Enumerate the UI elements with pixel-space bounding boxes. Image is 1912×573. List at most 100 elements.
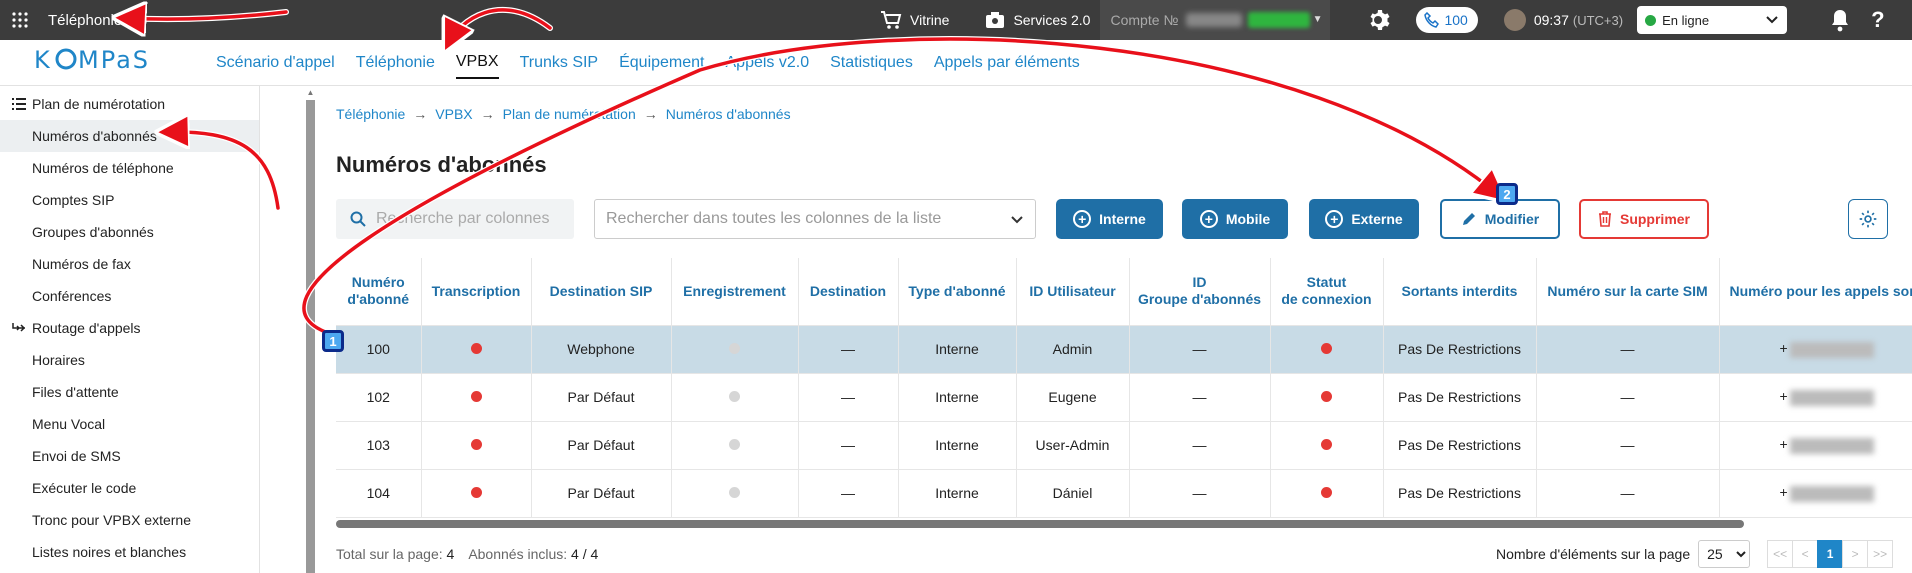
cell-group-id: — [1129, 325, 1271, 374]
breadcrumb-dial-plan[interactable]: Plan de numérotation [503, 106, 636, 122]
tab-vpbx[interactable]: VPBX [455, 47, 499, 79]
cell-type: Interne [898, 325, 1017, 374]
sidebar-item-conferences[interactable]: Conférences [0, 280, 259, 312]
sidebar-item-ivr[interactable]: Menu Vocal [0, 408, 259, 440]
tab-calls-v2[interactable]: Appels v2.0 [726, 48, 810, 78]
sidebar-item-queues[interactable]: Files d'attente [0, 376, 259, 408]
sidebar-scroll-up-arrow[interactable]: ▲ [306, 88, 315, 98]
sidebar-item-external-trunk[interactable]: Tronc pour VPBX externe [0, 504, 259, 536]
breadcrumb-subscriber-numbers[interactable]: Numéros d'abonnés [666, 106, 791, 122]
sidebar-group-dial-plan[interactable]: Plan de numérotation [0, 88, 259, 120]
sidebar-item-subscriber-groups[interactable]: Groupes d'abonnés [0, 216, 259, 248]
arrow-right-icon: → [480, 106, 495, 122]
page-prev-button[interactable]: < [1792, 540, 1819, 568]
add-internal-button[interactable]: + Interne [1056, 199, 1163, 239]
app-title[interactable]: Téléphonie [48, 12, 122, 29]
status-dot-red-icon [1321, 487, 1332, 498]
col-header-outgoing-restrictions[interactable]: Sortants interdits [1383, 258, 1537, 326]
account-label: Compte № [1110, 12, 1179, 28]
help-icon[interactable]: ? [1871, 7, 1884, 33]
page-current-button[interactable]: 1 [1817, 540, 1844, 568]
tab-telephony[interactable]: Téléphonie [356, 48, 435, 78]
delete-button[interactable]: Supprimer [1579, 199, 1709, 239]
col-header-user-id[interactable]: ID Utilisateur [1016, 258, 1130, 326]
page-next-button[interactable]: > [1842, 540, 1869, 568]
col-header-number[interactable]: Numéro d'abonné [336, 258, 422, 326]
sidebar-item-phone-numbers[interactable]: Numéros de téléphone [0, 152, 259, 184]
table-row[interactable]: 104 Par Défaut — Interne Dániel — Pas De Restr… [336, 469, 1912, 518]
page-last-button[interactable]: >> [1867, 540, 1894, 568]
sidebar-item-sip-accounts[interactable]: Comptes SIP [0, 184, 259, 216]
per-page-select[interactable]: 25 [1698, 540, 1751, 568]
sidebar-item-sms[interactable]: Envoi de SMS [0, 440, 259, 472]
status-dot-red-icon [470, 391, 482, 402]
edit-button[interactable]: Modifier [1440, 199, 1560, 239]
add-external-button[interactable]: + Externe [1309, 199, 1419, 239]
account-selector[interactable]: Compte № ▼ [1100, 0, 1331, 40]
table-row[interactable]: 102 Par Défaut — Interne Eugene — Pas De Restr… [336, 373, 1912, 422]
cell-connection-status [1270, 325, 1384, 374]
col-header-outgoing-number[interactable]: Numéro pour les appels sor [1719, 258, 1912, 326]
cell-destination: — [798, 325, 899, 374]
search-columns-input[interactable]: Recherche par colonnes [336, 199, 574, 239]
cell-recording [671, 469, 799, 518]
table-row[interactable]: 103 Par Défaut — Interne User-Admin — Pas De R… [336, 421, 1912, 470]
extension-pill[interactable]: 100 [1416, 7, 1478, 33]
toolbar: Recherche par colonnes Rechercher dans t… [336, 199, 1912, 239]
col-header-sip-destination[interactable]: Destination SIP [531, 258, 672, 326]
tab-equipment[interactable]: Équipement [619, 48, 704, 78]
apps-grid-icon[interactable] [0, 0, 40, 40]
search-all-columns-select[interactable]: Rechercher dans toutes les colonnes de l… [594, 199, 1036, 239]
notifications-bell-icon[interactable] [1829, 8, 1851, 32]
arrow-right-icon: → [643, 106, 658, 122]
table-row[interactable]: 100 Webphone — Interne Admin — Pas De Restrict… [336, 325, 1912, 374]
services-label: Services 2.0 [1013, 12, 1091, 28]
add-mobile-button[interactable]: + Mobile [1182, 199, 1288, 239]
plus-circle-icon: + [1199, 210, 1218, 228]
tab-calls-by-elements[interactable]: Appels par éléments [934, 48, 1080, 78]
user-avatar[interactable] [1503, 9, 1526, 31]
table-horizontal-scrollbar[interactable] [336, 520, 1744, 528]
col-header-connection-status[interactable]: Statut de connexion [1270, 258, 1384, 326]
btn-label: Externe [1351, 211, 1403, 227]
services-link[interactable]: Services 2.0 [985, 11, 1090, 29]
sidebar-item-schedules[interactable]: Horaires [0, 344, 259, 376]
btn-label: Modifier [1484, 211, 1540, 227]
sidebar-scrollbar[interactable] [306, 100, 315, 573]
page-first-button[interactable]: << [1767, 540, 1794, 568]
annotation-badge-1: 1 [322, 330, 344, 352]
presence-status-select[interactable]: En ligne [1637, 6, 1788, 34]
breadcrumb: Téléphonie → VPBX → Plan de numérotation… [336, 106, 791, 122]
sidebar-item-fax-numbers[interactable]: Numéros de fax [0, 248, 259, 280]
col-header-transcription[interactable]: Transcription [421, 258, 532, 326]
settings-gear-icon[interactable] [1368, 8, 1392, 32]
col-header-sim-number[interactable]: Numéro sur la carte SIM [1536, 258, 1720, 326]
col-header-group-id[interactable]: ID Groupe d'abonnés [1129, 258, 1271, 326]
sidebar-item-subscriber-numbers[interactable]: Numéros d'abonnés [0, 120, 259, 152]
per-page-label: Nombre d'éléments sur la page [1496, 546, 1691, 562]
plus-circle-icon: + [1325, 210, 1344, 228]
breadcrumb-vpbx[interactable]: VPBX [435, 106, 472, 122]
vitrine-label: Vitrine [910, 12, 950, 28]
chevron-down-icon [1735, 551, 1746, 558]
main-nav: K MPaS Scénario d'appel Téléphonie VPBX T… [0, 40, 1912, 86]
sidebar-item-black-white-lists[interactable]: Listes noires et blanches [0, 536, 259, 568]
cell-sim-number: — [1536, 325, 1720, 374]
vitrine-link[interactable]: Vitrine [880, 10, 949, 30]
sidebar-item-run-code[interactable]: Exécuter le code [0, 472, 259, 504]
clock-timezone: (UTC+3) [1572, 12, 1624, 28]
sidebar-group-call-routing[interactable]: Routage d'appels [0, 312, 259, 344]
tab-call-scenario[interactable]: Scénario d'appel [216, 48, 335, 78]
status-dot-red-icon [470, 487, 482, 498]
col-header-recording[interactable]: Enregistrement [671, 258, 799, 326]
subscribers-included: Abonnés inclus: 4 / 4 [468, 546, 599, 562]
sidebar-group-label: Routage d'appels [32, 320, 141, 336]
tab-statistics[interactable]: Statistiques [830, 48, 913, 78]
tab-sip-trunks[interactable]: Trunks SIP [520, 48, 599, 78]
breadcrumb-telephony[interactable]: Téléphonie [336, 106, 405, 122]
col-header-destination[interactable]: Destination [798, 258, 899, 326]
kompas-logo[interactable]: K MPaS [34, 44, 174, 81]
table-settings-button[interactable] [1848, 199, 1888, 239]
col-header-subscriber-type[interactable]: Type d'abonné [898, 258, 1017, 326]
subscribers-table: Numéro d'abonné Transcription Destination… [336, 258, 1912, 522]
